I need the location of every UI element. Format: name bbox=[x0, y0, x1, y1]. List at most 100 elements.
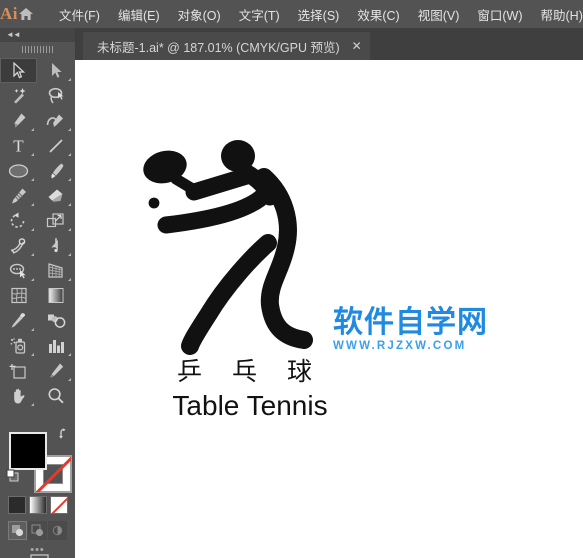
hand-tool[interactable] bbox=[0, 383, 37, 408]
document-canvas[interactable]: 乒 乓 球 Table Tennis 软件自学网 WWW.RJZXW.COM bbox=[75, 60, 583, 558]
tool-flyout-indicator bbox=[31, 278, 34, 281]
color-mode-buttons bbox=[8, 496, 75, 514]
swap-fill-stroke-icon[interactable] bbox=[58, 427, 72, 441]
site-watermark: 软件自学网 WWW.RJZXW.COM bbox=[333, 307, 488, 352]
tool-flyout-indicator bbox=[68, 78, 71, 81]
tool-row bbox=[0, 108, 75, 133]
tools-panel: ◄◄ T ••• bbox=[0, 28, 76, 558]
draw-inside-mode[interactable] bbox=[48, 521, 67, 540]
tool-flyout-indicator bbox=[31, 403, 34, 406]
shaper-tool[interactable] bbox=[0, 183, 37, 208]
selection-tool[interactable] bbox=[0, 58, 37, 83]
menu-item-list: 文件(F) 编辑(E) 对象(O) 文字(T) 选择(S) 效果(C) 视图(V… bbox=[50, 1, 583, 28]
tools-panel-drag-handle[interactable] bbox=[0, 42, 75, 56]
magic-wand-tool[interactable] bbox=[0, 83, 37, 108]
document-tab[interactable]: 未标题-1.ai* @ 187.01% (CMYK/GPU 预览) ✕ bbox=[83, 32, 370, 60]
tool-flyout-indicator bbox=[68, 278, 71, 281]
tool-flyout-indicator bbox=[68, 203, 71, 206]
tool-flyout-indicator bbox=[31, 178, 34, 181]
tool-flyout-indicator bbox=[68, 178, 71, 181]
menu-edit[interactable]: 编辑(E) bbox=[109, 1, 169, 28]
direct-selection-tool[interactable] bbox=[37, 58, 74, 83]
tool-flyout-indicator bbox=[68, 253, 71, 256]
tools-panel-header: ◄◄ bbox=[0, 28, 75, 42]
line-segment-tool[interactable] bbox=[37, 133, 74, 158]
tool-row bbox=[0, 283, 75, 308]
tool-flyout-indicator bbox=[31, 253, 34, 256]
menu-view[interactable]: 视图(V) bbox=[409, 1, 469, 28]
tools-panel-more-icon[interactable]: ••• bbox=[0, 545, 75, 556]
artwork-chinese-label[interactable]: 乒 乓 球 bbox=[150, 352, 350, 388]
menu-effect[interactable]: 效果(C) bbox=[348, 1, 408, 28]
shape-builder-tool[interactable] bbox=[0, 258, 37, 283]
pen-tool[interactable] bbox=[0, 108, 37, 133]
type-tool[interactable]: T bbox=[0, 133, 37, 158]
tool-flyout-indicator bbox=[31, 228, 34, 231]
menu-type[interactable]: 文字(T) bbox=[230, 1, 289, 28]
color-mode-solid[interactable] bbox=[8, 496, 26, 514]
collapse-panel-icon[interactable]: ◄◄ bbox=[6, 31, 21, 39]
gradient-tool[interactable] bbox=[37, 283, 74, 308]
tool-row bbox=[0, 383, 75, 408]
column-graph-tool[interactable] bbox=[37, 333, 74, 358]
color-controls bbox=[0, 428, 75, 558]
tool-flyout-indicator bbox=[31, 153, 34, 156]
scale-tool[interactable] bbox=[37, 208, 74, 233]
fill-stroke-swatches bbox=[6, 427, 72, 493]
tool-flyout-indicator bbox=[68, 153, 71, 156]
curvature-tool[interactable] bbox=[37, 108, 74, 133]
eraser-tool[interactable] bbox=[37, 183, 74, 208]
menu-select[interactable]: 选择(S) bbox=[289, 1, 349, 28]
tool-flyout-indicator bbox=[31, 353, 34, 356]
tool-flyout-indicator bbox=[68, 378, 71, 381]
tool-row bbox=[0, 233, 75, 258]
table-tennis-pictogram[interactable] bbox=[140, 135, 330, 360]
color-mode-none[interactable] bbox=[50, 496, 68, 514]
watermark-url-text: WWW.RJZXW.COM bbox=[333, 339, 467, 352]
close-icon[interactable]: ✕ bbox=[352, 40, 362, 52]
color-mode-gradient[interactable] bbox=[29, 496, 47, 514]
perspective-grid-tool[interactable] bbox=[37, 258, 74, 283]
slice-tool[interactable] bbox=[37, 358, 74, 383]
tool-row bbox=[0, 358, 75, 383]
tool-flyout-indicator bbox=[68, 228, 71, 231]
tool-flyout-indicator bbox=[68, 353, 71, 356]
menu-file[interactable]: 文件(F) bbox=[50, 1, 109, 28]
artwork-group[interactable]: 乒 乓 球 Table Tennis 软件自学网 WWW.RJZXW.COM bbox=[75, 60, 583, 558]
artboard-tool[interactable] bbox=[0, 358, 37, 383]
eyedropper-tool[interactable] bbox=[0, 308, 37, 333]
menu-window[interactable]: 窗口(W) bbox=[468, 1, 531, 28]
width-tool[interactable] bbox=[0, 233, 37, 258]
tool-row bbox=[0, 333, 75, 358]
lasso-tool[interactable] bbox=[37, 83, 74, 108]
draw-normal-mode[interactable] bbox=[8, 521, 27, 540]
default-fill-stroke-icon[interactable] bbox=[6, 469, 21, 484]
svg-text:T: T bbox=[13, 137, 24, 154]
tool-flyout-indicator bbox=[31, 203, 34, 206]
home-icon[interactable] bbox=[18, 0, 34, 28]
draw-behind-mode[interactable] bbox=[28, 521, 47, 540]
tool-row bbox=[0, 258, 75, 283]
menu-object[interactable]: 对象(O) bbox=[169, 1, 230, 28]
blend-tool[interactable] bbox=[37, 308, 74, 333]
watermark-chinese-text: 软件自学网 bbox=[333, 305, 488, 340]
tool-row: T bbox=[0, 133, 75, 158]
tool-row bbox=[0, 308, 75, 333]
menu-help[interactable]: 帮助(H) bbox=[532, 1, 583, 28]
paintbrush-tool[interactable] bbox=[37, 158, 74, 183]
symbol-sprayer-tool[interactable] bbox=[0, 333, 37, 358]
rotate-tool[interactable] bbox=[0, 208, 37, 233]
document-tab-bar: 未标题-1.ai* @ 187.01% (CMYK/GPU 预览) ✕ bbox=[75, 28, 583, 60]
artwork-english-label[interactable]: Table Tennis bbox=[135, 390, 365, 422]
ellipse-tool[interactable] bbox=[0, 158, 37, 183]
zoom-tool[interactable] bbox=[37, 383, 74, 408]
tool-row bbox=[0, 208, 75, 233]
fill-swatch[interactable] bbox=[9, 432, 47, 470]
illustrator-window: Ai 文件(F) 编辑(E) 对象(O) 文字(T) 选择(S) 效果(C) 视… bbox=[0, 0, 583, 558]
mesh-tool[interactable] bbox=[0, 283, 37, 308]
free-transform-tool[interactable] bbox=[37, 233, 74, 258]
tool-flyout-indicator bbox=[68, 128, 71, 131]
tool-row bbox=[0, 158, 75, 183]
menu-bar: Ai 文件(F) 编辑(E) 对象(O) 文字(T) 选择(S) 效果(C) 视… bbox=[0, 0, 583, 28]
app-logo-icon: Ai bbox=[0, 4, 18, 23]
